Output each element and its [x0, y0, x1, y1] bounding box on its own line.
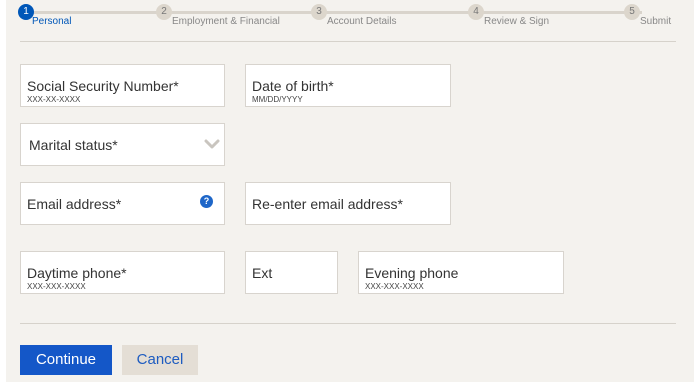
field-label: Daytime phone*: [27, 265, 127, 281]
step-number: 5: [624, 4, 640, 20]
field-hint: XXX-XXX-XXXX: [27, 282, 86, 291]
field-label: Marital status*: [29, 137, 118, 153]
stepper-track: [26, 11, 642, 14]
daytime-phone-field[interactable]: Daytime phone* XXX-XXX-XXXX: [20, 251, 225, 294]
step-number: 4: [468, 4, 484, 20]
field-label: Social Security Number*: [27, 78, 179, 94]
field-label: Date of birth*: [252, 78, 334, 94]
ext-field[interactable]: Ext: [245, 251, 338, 294]
top-divider: [20, 41, 676, 42]
marital-status-select[interactable]: Marital status*: [20, 123, 225, 166]
step-label: Personal: [32, 16, 72, 27]
help-icon[interactable]: ?: [200, 195, 213, 208]
progress-stepper: 1 Personal 2 Employment & Financial 3 Ac…: [0, 0, 700, 36]
bottom-divider: [20, 323, 676, 324]
field-hint: XXX-XXX-XXXX: [365, 282, 424, 291]
field-hint: MM/DD/YYYY: [252, 95, 303, 104]
chevron-down-icon: [204, 139, 220, 149]
field-label: Email address*: [27, 196, 122, 212]
email-field[interactable]: Email address* ?: [20, 182, 225, 225]
step-number: 2: [156, 4, 172, 20]
ssn-field[interactable]: Social Security Number* XXX-XX-XXXX: [20, 64, 225, 107]
step-label: Account Details: [327, 16, 397, 27]
email-confirm-field[interactable]: Re-enter email address*: [245, 182, 451, 225]
field-label: Evening phone: [365, 265, 459, 281]
step-label: Review & Sign: [484, 16, 550, 27]
field-label: Ext: [252, 265, 273, 281]
application-page: 1 Personal 2 Employment & Financial 3 Ac…: [0, 0, 700, 382]
dob-field[interactable]: Date of birth* MM/DD/YYYY: [245, 64, 451, 107]
step-label: Submit: [640, 16, 672, 27]
field-label: Re-enter email address*: [252, 196, 403, 212]
step-label: Employment & Financial: [172, 16, 280, 27]
step-number: 3: [311, 4, 327, 20]
evening-phone-field[interactable]: Evening phone XXX-XXX-XXXX: [358, 251, 564, 294]
continue-button[interactable]: Continue: [20, 345, 112, 375]
field-hint: XXX-XX-XXXX: [27, 95, 81, 104]
cancel-button[interactable]: Cancel: [122, 345, 198, 375]
